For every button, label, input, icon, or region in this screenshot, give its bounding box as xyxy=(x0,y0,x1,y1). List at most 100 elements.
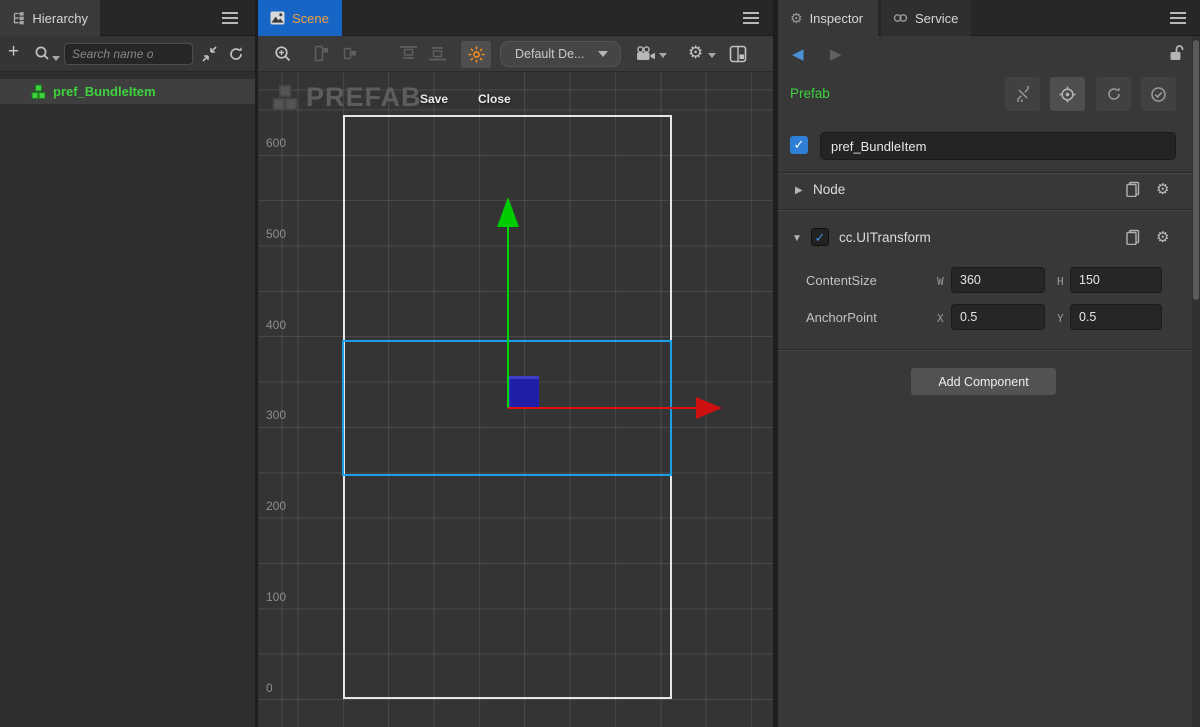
uitransform-docs-icon[interactable] xyxy=(1125,229,1141,245)
prefab-asset-label: Prefab xyxy=(790,86,830,101)
ruler-label-0: 0 xyxy=(266,681,273,695)
unlink-icon xyxy=(1015,86,1031,102)
scene-tabbar: Scene xyxy=(258,0,773,36)
prefab-save-button[interactable]: Save xyxy=(420,92,448,106)
hierarchy-tab-label: Hierarchy xyxy=(32,11,88,26)
camera-caret-icon[interactable] xyxy=(659,53,667,58)
anchor-point-y-input[interactable] xyxy=(1070,304,1162,330)
reset-refresh-icon xyxy=(1106,86,1122,102)
service-link-icon xyxy=(893,13,908,23)
hierarchy-menu-icon[interactable] xyxy=(222,12,238,24)
divider xyxy=(778,209,1200,210)
prefab-watermark-cube-icon xyxy=(270,84,300,112)
refresh-icon[interactable] xyxy=(228,46,244,62)
collapse-all-icon[interactable] xyxy=(201,46,218,62)
add-component-button[interactable]: Add Component xyxy=(911,368,1056,395)
search-filter-icon[interactable] xyxy=(34,45,51,62)
history-back-button[interactable]: ◀ xyxy=(792,45,804,63)
align-left-icon xyxy=(313,45,330,62)
y-axis-arrow-icon[interactable] xyxy=(497,197,519,227)
prefab-apply-button[interactable] xyxy=(1141,77,1176,111)
prefab-cube-icon xyxy=(30,84,47,100)
prefab-mode-watermark: PREFAB xyxy=(270,82,422,113)
ruler-label-500: 500 xyxy=(266,227,286,241)
divider xyxy=(778,172,1200,173)
node-section-collapse-icon[interactable]: ▶ xyxy=(795,185,803,196)
uitransform-section-label: cc.UITransform xyxy=(839,230,931,245)
distribute-middle-icon xyxy=(428,45,447,62)
anchor-drag-handle[interactable] xyxy=(509,376,539,407)
tab-service[interactable]: Service xyxy=(881,0,971,36)
tab-hierarchy[interactable]: Hierarchy xyxy=(0,0,100,36)
uitransform-collapse-icon[interactable]: ▼ xyxy=(792,233,802,244)
inspector-panel: ⚙ Inspector Service ◀ ▶ Prefab xyxy=(778,0,1200,727)
x-axis-line xyxy=(508,407,696,409)
zoom-tool-icon[interactable] xyxy=(274,45,292,63)
y-axis-line xyxy=(507,225,509,408)
service-tab-label: Service xyxy=(915,11,958,26)
ruler-label-300: 300 xyxy=(266,408,286,422)
tab-inspector[interactable]: ⚙ Inspector xyxy=(778,0,878,36)
inspector-menu-icon[interactable] xyxy=(1170,12,1186,24)
hierarchy-panel: Hierarchy + pref_BundleItem xyxy=(0,0,255,727)
gizmo-light-toggle[interactable] xyxy=(461,41,491,68)
prefab-reset-button[interactable] xyxy=(1096,77,1131,111)
uitransform-gear-icon[interactable]: ⚙ xyxy=(1156,228,1169,246)
uitransform-enabled-checkbox[interactable]: ✓ xyxy=(811,228,829,246)
align-center-icon xyxy=(342,45,359,62)
gear-caret-icon[interactable] xyxy=(708,53,716,58)
scene-viewport[interactable]: 600 500 400 300 200 100 0 PREFAB Save Cl… xyxy=(258,72,773,727)
light-burst-icon xyxy=(468,46,485,63)
design-resolution-value: Default De... xyxy=(515,47,584,61)
content-size-h-input[interactable] xyxy=(1070,267,1162,293)
node-gear-icon[interactable]: ⚙ xyxy=(1156,180,1169,198)
inspector-tabbar: ⚙ Inspector Service xyxy=(778,0,1200,36)
inspector-tab-label: Inspector xyxy=(810,11,863,26)
node-active-checkbox[interactable]: ✓ xyxy=(790,136,808,154)
tree-item-pref-bundleitem[interactable]: pref_BundleItem xyxy=(0,79,255,104)
node-name-input[interactable] xyxy=(820,132,1176,160)
unlock-icon[interactable] xyxy=(1168,44,1184,61)
design-resolution-dropdown[interactable]: Default De... xyxy=(500,41,621,67)
ruler-label-100: 100 xyxy=(266,590,286,604)
search-input[interactable] xyxy=(64,43,193,65)
ruler-label-200: 200 xyxy=(266,499,286,513)
node-section-label: Node xyxy=(813,182,845,197)
anchor-point-label: AnchorPoint xyxy=(806,310,877,325)
ruler-label-400: 400 xyxy=(266,318,286,332)
layout-grid-icon[interactable] xyxy=(729,45,747,63)
x-axis-arrow-icon[interactable] xyxy=(696,397,722,419)
search-filter-caret-icon[interactable] xyxy=(52,56,60,61)
inspector-scrollbar[interactable] xyxy=(1192,36,1200,727)
prefab-close-button[interactable]: Close xyxy=(478,92,511,106)
anchor-point-x-input[interactable] xyxy=(951,304,1045,330)
prefab-unlink-button[interactable] xyxy=(1005,77,1040,111)
dropdown-caret-icon xyxy=(598,51,608,57)
tab-scene[interactable]: Scene xyxy=(258,0,342,36)
history-forward-button[interactable]: ▶ xyxy=(830,45,842,63)
hierarchy-tabbar: Hierarchy xyxy=(0,0,255,36)
scene-tab-label: Scene xyxy=(292,11,329,26)
locate-target-icon xyxy=(1059,86,1076,103)
scene-gear-icon[interactable]: ⚙ xyxy=(688,43,703,63)
node-docs-icon[interactable] xyxy=(1125,181,1141,197)
content-size-h-label: H xyxy=(1057,275,1064,288)
scene-toolbar: Default De... ⚙ xyxy=(258,36,773,72)
divider xyxy=(778,349,1200,350)
prefab-locate-button[interactable] xyxy=(1050,77,1085,111)
prefab-watermark-text: PREFAB xyxy=(306,82,422,113)
scene-menu-icon[interactable] xyxy=(743,12,759,24)
create-node-button[interactable]: + xyxy=(8,41,19,63)
content-size-w-input[interactable] xyxy=(951,267,1045,293)
ruler-label-600: 600 xyxy=(266,136,286,150)
scrollbar-thumb[interactable] xyxy=(1193,40,1199,300)
content-size-label: ContentSize xyxy=(806,273,877,288)
tree-item-label: pref_BundleItem xyxy=(53,84,156,99)
content-size-w-label: W xyxy=(937,275,944,288)
check-circle-icon xyxy=(1150,86,1167,103)
camera-icon[interactable] xyxy=(636,46,656,61)
scene-panel: Scene xyxy=(258,0,773,727)
distribute-top-icon xyxy=(399,45,418,62)
anchor-point-y-label: Y xyxy=(1057,312,1064,325)
hierarchy-icon xyxy=(12,11,25,26)
